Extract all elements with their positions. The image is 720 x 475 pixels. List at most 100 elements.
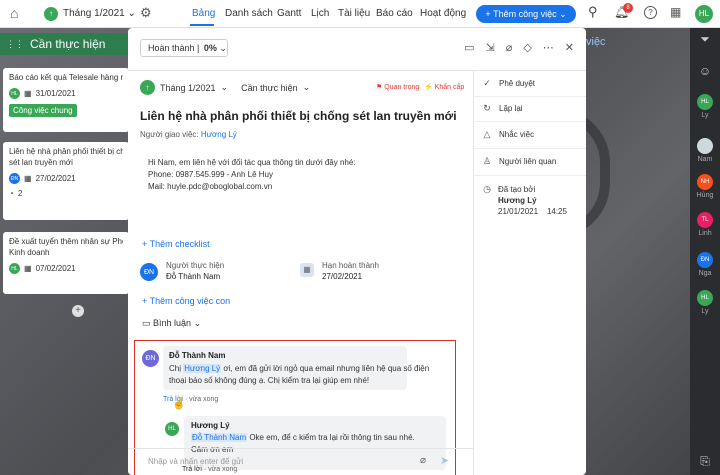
drag-handle-icon[interactable]: ⋮⋮ [6, 39, 24, 50]
comment-text: Đỗ Thành Nam Oke em, để c kiểm tra lại r… [191, 432, 415, 444]
avatar: ĐN [9, 173, 20, 184]
status-dropdown[interactable]: Hoàn thành | 0% ⌄ [140, 39, 228, 57]
mention-tag[interactable]: Hương Lý [183, 364, 222, 373]
add-checklist-link[interactable]: + Thêm checklist [142, 239, 210, 249]
assignee-name[interactable]: Đỗ Thành Nam [166, 272, 220, 281]
task-title[interactable]: Liên hệ nhà phân phối thiết bị chống sét… [140, 109, 457, 123]
attach-icon[interactable]: ⌀ [420, 455, 426, 466]
remind-item[interactable]: △ Nhắc việc [482, 130, 535, 140]
active-tab-indicator [190, 24, 214, 26]
divider [474, 175, 586, 176]
created-label: Đã tạo bởi [498, 185, 536, 194]
help-icon[interactable]: ? [644, 6, 657, 19]
comment-text-body: ơi, em đã gửi lời ngỏ qua email nhưng li… [221, 364, 430, 373]
assigner-link[interactable]: Hương Lý [201, 130, 237, 139]
approve-label: Phê duyệt [499, 79, 536, 88]
task-side-panel: ✓ Phê duyệt ↻ Lặp lại △ Nhắc việc ♙ Người li… [474, 71, 586, 475]
member-ly-2[interactable]: HL Ly [690, 290, 720, 315]
created-date: 21/01/2021 [498, 207, 539, 216]
add-task-label: Thêm công việc [493, 9, 557, 19]
comment-text-body: Oke em, để c kiểm tra lại rồi thông tin … [247, 433, 415, 442]
calendar-icon: ▦ [24, 89, 32, 98]
chat-icon[interactable]: ▭ [464, 41, 474, 54]
filter-icon[interactable]: ⏷ [690, 32, 720, 47]
mention-tag[interactable]: Đỗ Thành Nam [191, 433, 248, 442]
chevron-down-icon: ⌄ [193, 318, 202, 328]
task-detail-modal: Hoàn thành | 0% ⌄ ▭ ⇲ ⌀ ◇ ⋯ ✕ ↑ Tháng 1/… [128, 28, 586, 475]
move-icon[interactable]: ⇲ [485, 41, 494, 54]
tab-board[interactable]: Bảng [192, 8, 215, 19]
check-circle-icon: ✓ [483, 78, 491, 88]
member-ly[interactable]: HL Ly [690, 94, 720, 119]
search-icon[interactable]: ⚲ [588, 5, 598, 18]
more-icon[interactable]: ⋯ [543, 41, 554, 54]
user-avatar[interactable]: HL [695, 5, 713, 23]
month-selector[interactable]: Tháng 1/2021 ⌄ [63, 8, 136, 19]
add-subtask-link[interactable]: + Thêm công việc con [142, 296, 230, 306]
repeat-item[interactable]: ↻ Lặp lại [482, 103, 523, 114]
avatar: HL [165, 422, 179, 436]
tab-calendar[interactable]: Lịch [311, 8, 329, 19]
comment-author: Đỗ Thành Nam [169, 351, 226, 360]
tab-activity[interactable]: Hoạt động [420, 8, 466, 19]
comment-icon: ◔ [9, 189, 14, 198]
avatar: ĐN [142, 350, 159, 367]
task-card[interactable]: Báo cáo kết quả Telesale hàng n HL ▦ 31/01… [3, 68, 129, 132]
add-member-icon[interactable]: ☺ [690, 64, 720, 78]
add-task-button[interactable]: + Thêm công việc ⌄ [476, 5, 576, 23]
approve-item[interactable]: ✓ Phê duyệt [482, 78, 536, 89]
member-name: Hùng [696, 192, 714, 199]
related-people-item[interactable]: ♙ Người liên quan [482, 157, 556, 167]
send-icon[interactable]: ➤ [440, 454, 449, 467]
comment-meta: Trả lời · vừa xong [182, 466, 237, 473]
comment-time: · vừa xong [184, 396, 219, 403]
flag-urgent-label: Khẩn cấp [434, 84, 465, 91]
progress-percent: 0% [203, 43, 217, 53]
apps-grid-icon[interactable]: ▦ [670, 6, 681, 18]
repeat-icon: ↻ [483, 103, 491, 113]
comment-input[interactable]: Nhập và nhấn enter để gửi ⌀ ➤ [128, 448, 473, 475]
assignee-label: Người thực hiện [166, 261, 225, 270]
due-date[interactable]: 27/02/2021 [322, 272, 362, 281]
reply-link[interactable]: Trả lời [182, 466, 202, 473]
breadcrumb-month[interactable]: Tháng 1/2021 [160, 83, 216, 93]
tag-icon[interactable]: ◇ [523, 41, 531, 54]
comment-text-pre: Chị [169, 364, 184, 373]
chevron-down-icon: ⌄ [302, 82, 311, 92]
comment-text-line2: thoại báo số không đúng ạ. Chị kiểm tra … [169, 376, 370, 385]
member-nam[interactable]: Nam [690, 138, 720, 163]
tab-list[interactable]: Danh sách [225, 8, 273, 19]
calendar-icon: ▦ [24, 264, 32, 273]
hand-cursor-icon: ☝ [172, 398, 186, 410]
flag-urgent[interactable]: ⚡ Khẩn cấp [424, 83, 464, 91]
task-card[interactable]: Đề xuất tuyển thêm nhân sự Pho Kinh doan… [3, 232, 129, 294]
tab-reports[interactable]: Báo cáo [376, 8, 413, 19]
close-icon[interactable]: ✕ [565, 41, 574, 54]
member-nga[interactable]: ĐN Nga [690, 252, 720, 277]
calendar-icon: ▦ [24, 174, 32, 183]
home-icon[interactable]: ⌂ [10, 6, 18, 20]
avatar: HL [697, 290, 713, 306]
member-hung[interactable]: NH Hùng [690, 174, 720, 199]
gear-icon[interactable]: ⚙ [140, 6, 152, 19]
task-card[interactable]: Liên hệ nhà phân phối thiết bị chống sét… [3, 142, 129, 220]
divider [474, 121, 586, 122]
tab-documents[interactable]: Tài liệu [338, 8, 370, 19]
assigner-row: Người giao việc: Hương Lý [140, 130, 237, 139]
created-time: 14:25 [546, 207, 567, 216]
card-title-line2: Kinh doanh [9, 248, 50, 257]
task-description[interactable]: Hi Nam, em liên hệ với đối tác qua thông… [148, 157, 356, 193]
comments-toggle[interactable]: ▭ Bình luận ⌄ [142, 318, 201, 329]
flag-important-label: Quan trọng [384, 84, 420, 91]
tab-gantt[interactable]: Gantt [277, 8, 301, 19]
flag-important[interactable]: ⚑ Quan trọng [376, 83, 419, 91]
card-date: 31/01/2021 [35, 89, 76, 98]
remind-label: Nhắc việc [499, 130, 535, 139]
repeat-label: Lặp lại [499, 104, 523, 113]
member-linh[interactable]: TL Linh [690, 212, 720, 237]
add-card-icon[interactable]: + [72, 305, 84, 317]
attach-icon[interactable]: ⌀ [506, 41, 513, 54]
export-icon[interactable]: ⎘ [690, 454, 720, 469]
breadcrumb-list[interactable]: Cần thực hiện [241, 83, 298, 93]
member-name: Nga [698, 270, 712, 277]
